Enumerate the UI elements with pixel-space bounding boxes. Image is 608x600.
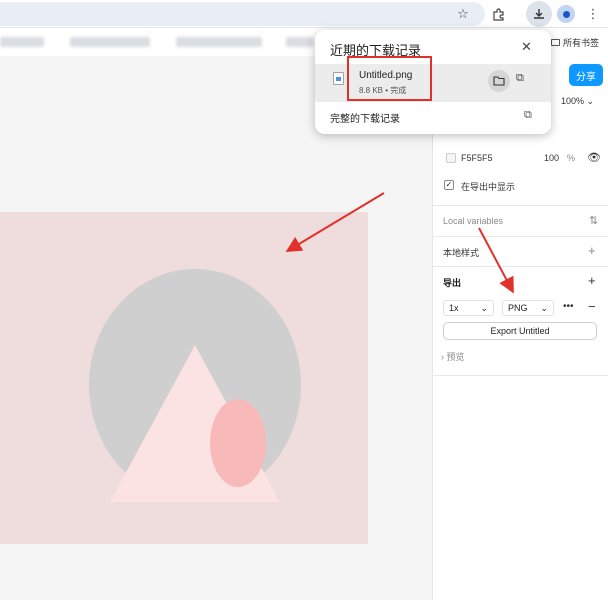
star-icon[interactable]: ☆ (453, 4, 473, 24)
browser-toolbar: ☆ ⋮ (0, 0, 608, 28)
adjust-icon[interactable]: ⇅ (589, 214, 598, 227)
annotation-box (347, 56, 432, 101)
extension-icon[interactable] (488, 4, 508, 24)
fill-swatch[interactable] (446, 153, 456, 163)
chevron-down-icon: ⌄ (540, 302, 548, 313)
bookmark-item[interactable] (176, 37, 262, 47)
show-in-export-checkbox[interactable]: ✓ (444, 180, 454, 190)
local-styles-label: 本地样式 (443, 248, 480, 258)
full-history-link[interactable]: 完整的下载记录 (330, 110, 400, 125)
fill-hex[interactable]: F5F5F5 (461, 153, 493, 163)
export-format-value: PNG (508, 303, 528, 313)
ellipse-shape[interactable] (210, 399, 266, 487)
export-heading: 导出 (443, 278, 462, 288)
add-style-icon[interactable]: + (588, 243, 596, 258)
more-options-icon[interactable]: ••• (563, 301, 574, 312)
chevron-down-icon: ⌄ (480, 302, 488, 313)
address-bar[interactable] (0, 2, 485, 26)
local-variables-label[interactable]: Local variables (443, 216, 503, 226)
show-in-folder-icon[interactable] (488, 70, 510, 92)
fill-opacity[interactable]: 100 (544, 153, 559, 163)
export-button[interactable]: Export Untitled (443, 322, 597, 340)
zoom-level[interactable]: 100% ⌄ (561, 96, 594, 107)
download-icon[interactable] (526, 1, 552, 27)
export-scale-value: 1x (449, 303, 459, 313)
screen: ☆ ⋮ 所有书签 分享 100% ⌄ F5F5F5 100 % 👁 ✓ 在导出中… (0, 0, 608, 600)
divider (432, 236, 608, 237)
all-bookmarks[interactable]: 所有书签 (551, 36, 599, 49)
preview-toggle[interactable]: › 预览 (441, 350, 465, 363)
remove-export-icon[interactable]: − (588, 299, 596, 314)
close-icon[interactable]: ✕ (521, 39, 532, 55)
folder-icon (551, 39, 560, 46)
profile-icon[interactable] (557, 5, 575, 23)
share-button[interactable]: 分享 (569, 64, 603, 86)
export-format-select[interactable]: PNG ⌄ (502, 300, 554, 316)
eye-icon[interactable]: 👁 (587, 151, 601, 164)
all-bookmarks-label: 所有书签 (563, 38, 600, 48)
add-export-icon[interactable]: + (588, 273, 596, 288)
export-scale-select[interactable]: 1x ⌄ (443, 300, 494, 316)
external-link-icon[interactable]: ⧉ (524, 109, 532, 122)
open-external-icon[interactable]: ⧉ (516, 72, 524, 85)
artwork[interactable] (89, 256, 301, 544)
image-file-icon (333, 72, 344, 85)
percent-label: % (567, 153, 576, 163)
bookmark-item[interactable] (70, 37, 150, 47)
show-in-export-label: 在导出中显示 (461, 182, 516, 192)
bookmark-item[interactable] (286, 37, 314, 47)
divider (432, 266, 608, 267)
divider (432, 375, 608, 376)
preview-label: 预览 (446, 352, 465, 362)
more-icon[interactable]: ⋮ (583, 4, 603, 24)
bookmark-item[interactable] (0, 37, 44, 47)
divider (432, 205, 608, 206)
